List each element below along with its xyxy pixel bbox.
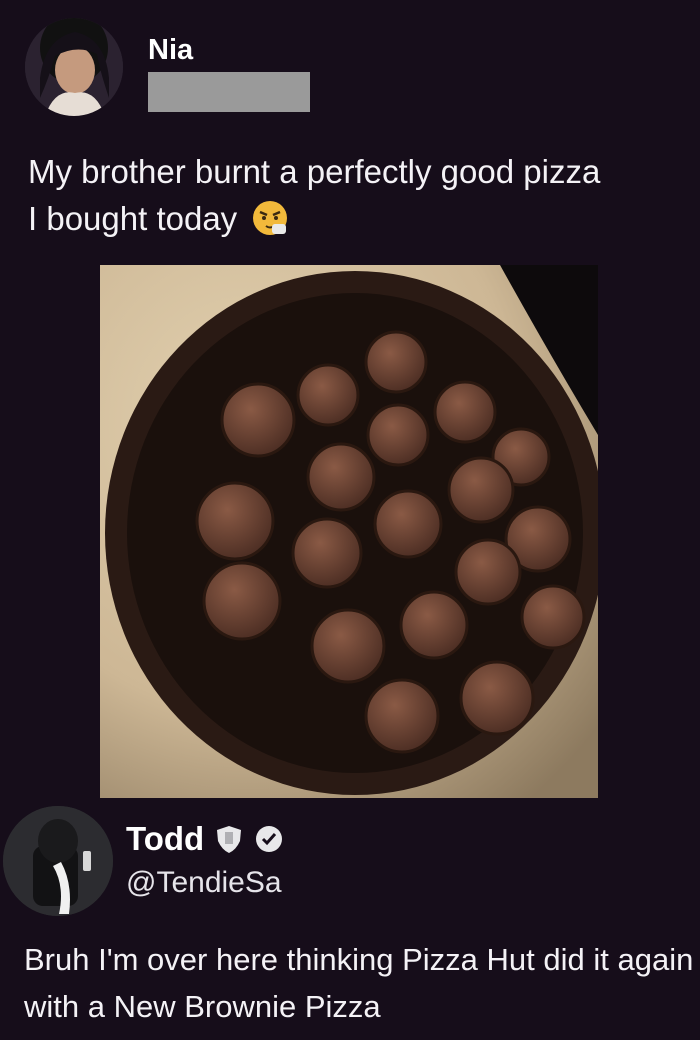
reply-author-name: Todd	[126, 820, 205, 857]
reply-author[interactable]: Todd	[126, 820, 284, 858]
angry-face-icon	[250, 198, 290, 238]
reply-handle[interactable]: @TendieSa	[126, 866, 282, 900]
post: Nia My brother burnt a perfectly good pi…	[0, 0, 700, 916]
redacted-handle	[148, 72, 310, 112]
burnt-pizza-photo[interactable]	[100, 265, 598, 798]
reply-text: Bruh I'm over here thinking Pizza Hut di…	[24, 942, 694, 1024]
todd-avatar[interactable]	[3, 806, 113, 916]
verified-icon	[254, 824, 284, 854]
post-text: My brother burnt a perfectly good pizza …	[28, 148, 688, 242]
post-text-line-1: My brother burnt a perfectly good pizza	[28, 153, 601, 190]
nia-avatar[interactable]	[25, 18, 123, 116]
shield-icon	[214, 824, 244, 854]
post-text-line-2: I bought today	[28, 200, 238, 237]
author-name[interactable]: Nia	[148, 34, 193, 67]
